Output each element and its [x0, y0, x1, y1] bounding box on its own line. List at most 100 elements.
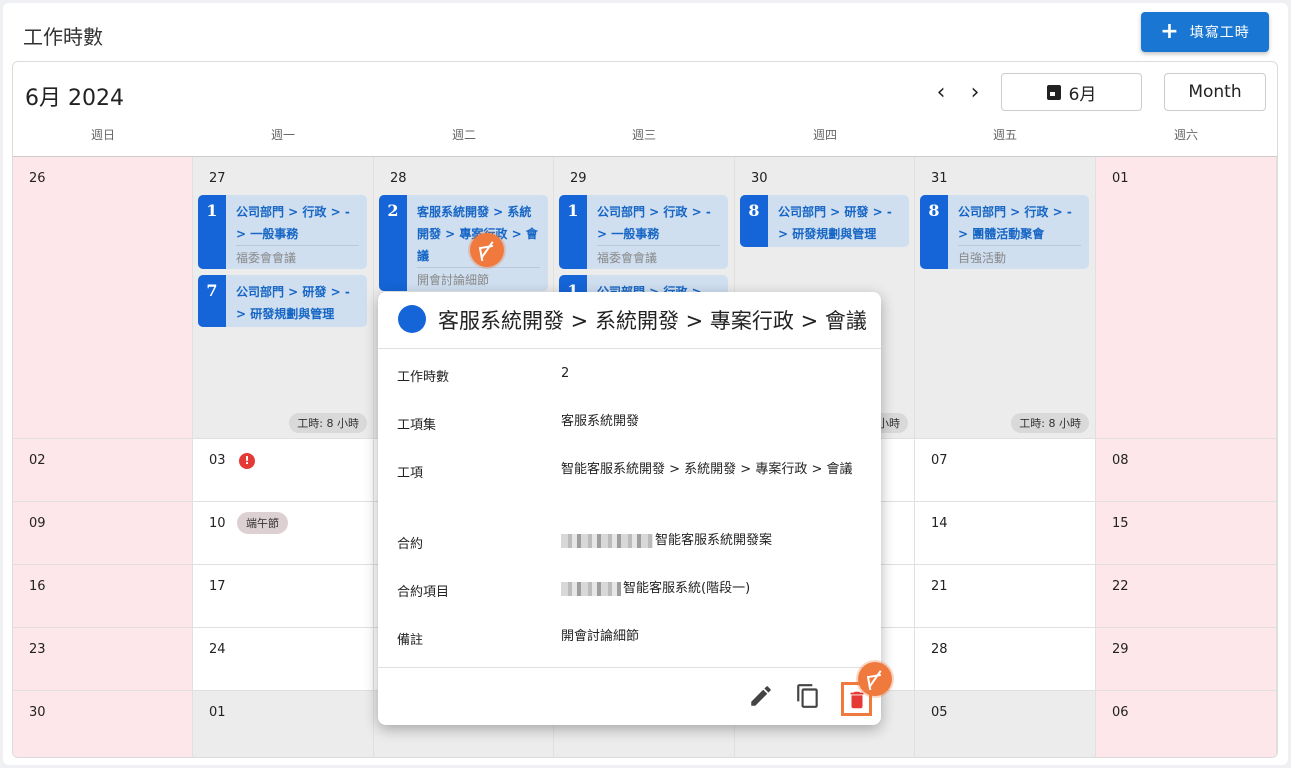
day-number: 06 — [1112, 705, 1129, 720]
calendar-title: 6月 2024 — [25, 86, 124, 111]
month-picker-button[interactable]: 6月 — [1001, 73, 1142, 111]
day-cell[interactable]: 08 — [1096, 439, 1277, 502]
day-number: 01 — [209, 705, 226, 720]
timesheet-event[interactable]: 7 公司部門 > 研發 > - > 研發規劃與管理 — [198, 275, 367, 327]
day-cell[interactable]: 02 — [13, 439, 193, 502]
day-cell[interactable]: 15 — [1096, 502, 1277, 565]
day-cell[interactable]: 14 — [915, 502, 1096, 565]
day-number: 22 — [1112, 579, 1129, 594]
holiday-badge: 端午節 — [237, 512, 288, 534]
day-cell[interactable]: 21 — [915, 565, 1096, 628]
weekday-label: 週五 — [992, 128, 1017, 142]
day-cell[interactable]: 01 — [1096, 157, 1277, 439]
detail-label: 合約項目 — [397, 585, 450, 600]
event-color-dot — [398, 305, 426, 333]
detail-label: 工項 — [397, 466, 424, 481]
chevron-left-icon[interactable]: ‹ — [929, 80, 953, 105]
event-title: 公司部門 > 行政 > - > 一般事務 — [597, 205, 711, 241]
detail-label: 工項集 — [397, 418, 437, 433]
day-cell[interactable]: 07 — [915, 439, 1096, 502]
day-number: 05 — [931, 705, 948, 720]
view-selector-button[interactable]: Month — [1164, 73, 1266, 111]
page-title: 工作時數 — [23, 25, 103, 49]
day-cell[interactable]: 24 — [193, 628, 374, 691]
day-cell[interactable]: 10 端午節 — [193, 502, 374, 565]
app-window: 工作時數 + 填寫工時 6月 2024 ‹ › 6月 Month 週日 週一 週… — [3, 3, 1288, 765]
weekday-label: 週三 — [631, 128, 656, 142]
popup-title: 客服系統開發 > 系統開發 > 專案行政 > 會議 — [438, 309, 867, 333]
day-number: 03 — [209, 453, 226, 468]
day-number: 08 — [1112, 453, 1129, 468]
day-cell[interactable]: 23 — [13, 628, 193, 691]
event-note: 福委會會議 — [597, 245, 720, 266]
plus-icon: + — [1160, 19, 1180, 44]
day-number: 09 — [29, 516, 46, 531]
day-number: 01 — [1112, 171, 1129, 186]
day-cell[interactable]: 09 — [13, 502, 193, 565]
day-number: 28 — [931, 642, 948, 657]
day-cell[interactable]: 16 — [13, 565, 193, 628]
day-cell[interactable]: 27 工時: 8 小時 1 公司部門 > 行政 > - > 一般事務 福委會會議 7 公司部… — [193, 157, 374, 439]
detail-label: 合約 — [397, 537, 424, 552]
day-cell[interactable]: 28 — [915, 628, 1096, 691]
day-number: 10 — [209, 516, 226, 531]
event-hours: 2 — [379, 195, 407, 291]
weekday-label: 週六 — [1173, 128, 1198, 142]
divider — [378, 667, 881, 668]
weekday-label: 週二 — [451, 128, 476, 142]
divider — [378, 348, 881, 349]
weekday-label: 週四 — [812, 128, 837, 142]
warning-icon[interactable]: ! — [239, 453, 255, 469]
day-number: 30 — [29, 705, 46, 720]
timesheet-event[interactable]: 1 公司部門 > 行政 > - > 一般事務 福委會會議 — [198, 195, 367, 269]
event-note: 開會討論細節 — [417, 267, 540, 288]
day-cell[interactable]: 01 — [193, 691, 374, 757]
day-cell[interactable]: 31 工時: 8 小時 8 公司部門 > 行政 > - > 團體活動聚會自強活動 — [915, 157, 1096, 439]
day-cell[interactable]: 03! — [193, 439, 374, 502]
day-number: 31 — [931, 171, 948, 186]
event-hours: 1 — [559, 195, 587, 269]
day-number: 23 — [29, 642, 46, 657]
detail-value: 開會討論細節 — [561, 629, 640, 644]
day-cell[interactable]: 29 — [1096, 628, 1277, 691]
day-number: 30 — [751, 171, 768, 186]
day-number: 26 — [29, 171, 46, 186]
timesheet-event[interactable]: 8 公司部門 > 研發 > - > 研發規劃與管理 — [740, 195, 909, 247]
daily-hours-badge: 工時: 8 小時 — [1011, 413, 1089, 433]
daily-hours-badge: 工時: 8 小時 — [289, 413, 367, 433]
day-cell[interactable]: 30 — [13, 691, 193, 757]
day-number: 17 — [209, 579, 226, 594]
day-number: 24 — [209, 642, 226, 657]
weekday-header: 週日 週一 週二 週三 週四 週五 週六 — [13, 126, 1277, 156]
chevron-right-icon[interactable]: › — [963, 80, 987, 105]
day-cell[interactable]: 17 — [193, 565, 374, 628]
pencil-icon[interactable] — [748, 683, 774, 709]
event-detail-popup: 客服系統開發 > 系統開發 > 專案行政 > 會議 工作時數 2 工項集 客服系… — [378, 292, 892, 725]
day-cell[interactable]: 05 — [915, 691, 1096, 757]
view-selector-label: Month — [1188, 82, 1242, 102]
day-number: 02 — [29, 453, 46, 468]
event-title: 公司部門 > 研發 > - > 研發規劃與管理 — [778, 205, 892, 241]
day-cell[interactable]: 06 — [1096, 691, 1277, 757]
event-title: 公司部門 > 行政 > - > 一般事務 — [236, 205, 350, 241]
copy-icon[interactable] — [795, 683, 821, 709]
add-timesheet-button[interactable]: + 填寫工時 — [1141, 12, 1269, 52]
event-title: 公司部門 > 行政 > - > 團體活動聚會 — [958, 205, 1072, 241]
detail-value: 2 — [561, 366, 570, 381]
redacted-text — [561, 581, 621, 596]
day-number: 27 — [209, 171, 226, 186]
day-number: 28 — [390, 171, 407, 186]
event-note: 福委會會議 — [236, 245, 359, 266]
month-picker-label: 6月 — [1068, 84, 1097, 105]
timesheet-event[interactable]: 2 客服系統開發 > 系統開發 > 專案行政 > 會議 開會討論細節 — [379, 195, 548, 291]
day-cell[interactable]: 22 — [1096, 565, 1277, 628]
event-note: 自強活動 — [958, 245, 1081, 266]
detail-label: 備註 — [397, 633, 424, 648]
day-cell[interactable]: 26 — [13, 157, 193, 439]
day-number: 16 — [29, 579, 46, 594]
event-hours: 8 — [920, 195, 948, 269]
timesheet-event[interactable]: 8 公司部門 > 行政 > - > 團體活動聚會自強活動 — [920, 195, 1089, 269]
timesheet-event[interactable]: 1 公司部門 > 行政 > - > 一般事務福委會會議 — [559, 195, 728, 269]
add-timesheet-label: 填寫工時 — [1189, 25, 1250, 41]
click-marker-icon — [858, 662, 892, 696]
